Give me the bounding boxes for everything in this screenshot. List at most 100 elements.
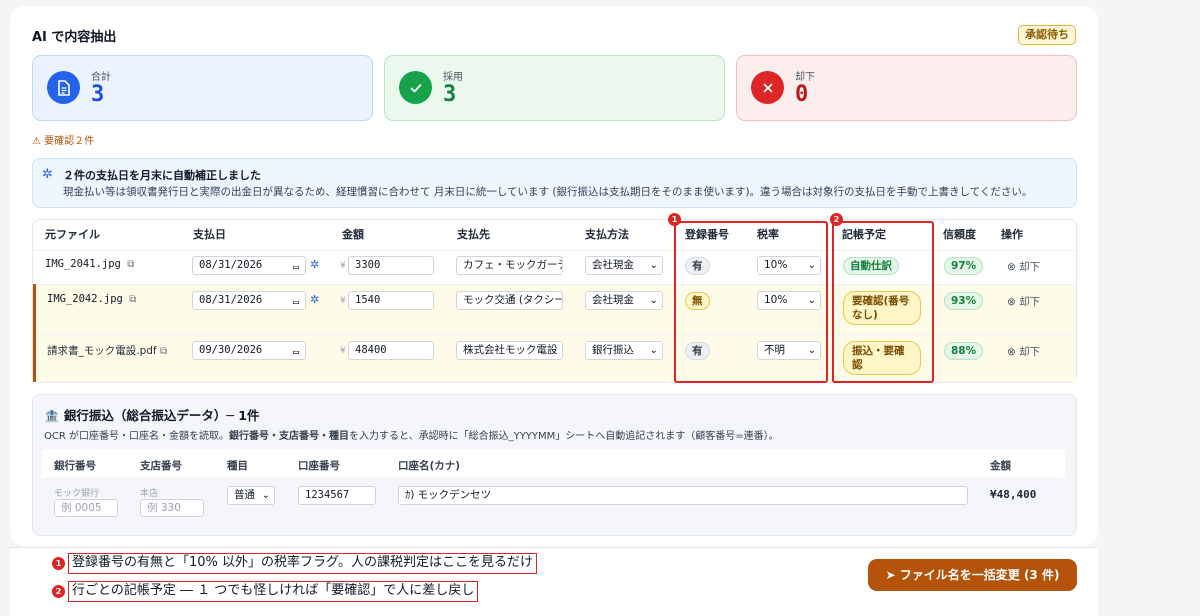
document-icon xyxy=(47,71,80,104)
info-body: 現金払い等は領収書発行日と実際の出金日が異なるため、経理慣習に合わせて 月末日に… xyxy=(63,186,1033,198)
payee-input[interactable]: 株式会社モック電設 xyxy=(456,341,563,360)
date-value: 08/31/2026 xyxy=(199,294,263,306)
bank-title: 🏦 銀行振込（総合振込データ）─ 1件 xyxy=(44,405,260,424)
branch-number-input[interactable]: 例 330 xyxy=(140,499,204,517)
bank-col-amount: 金額 xyxy=(990,460,1011,472)
calendar-icon: ▭ xyxy=(292,297,299,308)
highlight-marker: 2 xyxy=(830,213,843,226)
bank-title-text: 銀行振込（総合振込データ）─ 1件 xyxy=(63,408,260,423)
annotation-note: 行ごとの記帳予定 ― １ つでも怪しければ「要確認」で人に差し戻し xyxy=(68,581,479,602)
reject-button[interactable]: ⊗ 却下 xyxy=(1007,344,1040,359)
highlight-marker: 1 xyxy=(668,213,681,226)
reject-button[interactable]: ⊗ 却下 xyxy=(1007,294,1040,309)
col-header-confidence: 信頼度 xyxy=(943,228,976,241)
stat-value: 0 xyxy=(795,82,809,107)
amount-input[interactable]: 3300 xyxy=(348,256,434,275)
amount-input[interactable]: 1540 xyxy=(348,291,434,310)
account-number-input[interactable]: 1234567 xyxy=(298,486,376,505)
bank-desc-post: を入力すると、承認時に「総合振込_YYYYMM」シートへ自動追記されます（顧客番… xyxy=(348,431,779,442)
bulk-rename-label: ファイル名を一括変更 (3 件) xyxy=(899,568,1060,582)
method-value: 会社現金 xyxy=(592,294,634,306)
chevron-down-icon: ⌄ xyxy=(649,295,658,306)
stat-label: 却下 xyxy=(795,72,815,83)
stat-label: 合計 xyxy=(91,72,111,83)
close-icon xyxy=(751,71,784,104)
date-input[interactable]: 08/31/2026 ▭ xyxy=(192,291,306,310)
annotation-note: 登録番号の有無と「10% 以外」の税率フラグ。人の課税判定はここを見るだけ xyxy=(68,553,537,574)
reject-label: 却下 xyxy=(1019,296,1041,308)
reject-icon: ⊗ xyxy=(1007,261,1020,273)
reject-icon: ⊗ xyxy=(1007,346,1020,358)
warning-text: 要確認２件 xyxy=(44,136,95,147)
external-link-icon: ⧉ xyxy=(129,294,137,305)
stat-value: 3 xyxy=(91,82,105,107)
note-marker: 1 xyxy=(52,557,65,570)
col-header-date: 支払日 xyxy=(193,228,226,241)
currency-symbol: ¥ xyxy=(340,296,346,306)
info-heading: ２件の支払日を月末に自動補正しました xyxy=(63,169,261,182)
reject-button[interactable]: ⊗ 却下 xyxy=(1007,259,1040,274)
info-box: ✲ ２件の支払日を月末に自動補正しました 現金払い等は領収書発行日と実際の出金日… xyxy=(32,158,1077,208)
payee-input[interactable]: カフェ・モックガーデン xyxy=(456,256,563,275)
check-icon xyxy=(399,71,432,104)
currency-symbol: ¥ xyxy=(340,346,346,356)
bank-number-input[interactable]: 例 0005 xyxy=(54,499,118,517)
page-title: AI で内容抽出 xyxy=(32,30,117,45)
col-header-method: 支払方法 xyxy=(585,228,629,241)
file-name: 請求書_モック電設.pdf xyxy=(47,345,157,357)
bank-hint: モック銀行 xyxy=(54,489,100,499)
bank-col-branch-no: 支店番号 xyxy=(140,460,182,472)
bank-table-header xyxy=(42,449,1065,477)
branch-hint: 本店 xyxy=(140,489,159,499)
payee-input[interactable]: モック交通 (タクシー) xyxy=(456,291,563,310)
bank-col-account-name: 口座名(カナ) xyxy=(398,460,461,472)
note-marker: 2 xyxy=(52,585,65,598)
method-value: 銀行振込 xyxy=(592,344,634,356)
account-type-value: 普通 xyxy=(234,489,255,501)
sparkle-icon: ✲ xyxy=(42,167,53,182)
stat-value: 3 xyxy=(443,82,457,107)
auto-fix-icon: ✲ xyxy=(310,258,320,271)
amount-input[interactable]: 48400 xyxy=(348,341,434,360)
bank-icon: 🏦 xyxy=(44,408,64,423)
date-input[interactable]: 08/31/2026 ▭ xyxy=(192,256,306,275)
file-link[interactable]: IMG_2042.jpg ⧉ xyxy=(47,293,136,305)
col-header-file: 元ファイル xyxy=(45,228,100,241)
stat-card-total: 合計 3 xyxy=(32,55,373,121)
confidence-badge: 93% xyxy=(944,292,984,310)
method-value: 会社現金 xyxy=(592,259,634,271)
status-badge: 承認待ち xyxy=(1018,25,1076,45)
date-value: 08/31/2026 xyxy=(199,259,263,271)
attention-bar xyxy=(33,284,36,382)
chevron-down-icon: ⌄ xyxy=(261,490,270,501)
account-name-input[interactable]: ｶ) モックデンセツ xyxy=(398,486,968,505)
chevron-down-icon: ⌄ xyxy=(649,345,658,356)
date-value: 09/30/2026 xyxy=(199,344,263,356)
external-link-icon: ⧉ xyxy=(127,259,135,270)
bank-col-type: 種目 xyxy=(227,460,248,472)
date-input[interactable]: 09/30/2026 ▭ xyxy=(192,341,306,360)
highlight-box-plan xyxy=(832,221,934,383)
bulk-rename-button[interactable]: ➤ ファイル名を一括変更 (3 件) xyxy=(868,559,1077,591)
stat-label: 採用 xyxy=(443,72,463,83)
method-select[interactable]: 銀行振込 ⌄ xyxy=(585,341,663,360)
method-select[interactable]: 会社現金 ⌄ xyxy=(585,291,663,310)
col-header-payee: 支払先 xyxy=(457,228,490,241)
file-link[interactable]: 請求書_モック電設.pdf ⧉ xyxy=(47,343,167,358)
reject-icon: ⊗ xyxy=(1007,296,1020,308)
chevron-down-icon: ⌄ xyxy=(649,260,658,271)
col-header-action: 操作 xyxy=(1001,228,1023,241)
reject-label: 却下 xyxy=(1019,346,1041,358)
bank-desc-bold: 銀行番号・支店番号・種目 xyxy=(228,431,349,442)
bank-col-bank-no: 銀行番号 xyxy=(54,460,96,472)
confidence-badge: 97% xyxy=(944,257,984,275)
account-type-select[interactable]: 普通 ⌄ xyxy=(227,486,275,505)
auto-fix-icon: ✲ xyxy=(310,293,320,306)
highlight-box-reg-tax xyxy=(674,221,828,383)
bank-col-account: 口座番号 xyxy=(298,460,340,472)
file-link[interactable]: IMG_2041.jpg ⧉ xyxy=(45,258,134,270)
file-name: IMG_2041.jpg xyxy=(45,258,121,270)
bank-description: OCR が口座番号・口座名・金額を読取。銀行番号・支店番号・種目を入力すると、承… xyxy=(44,427,779,442)
reject-label: 却下 xyxy=(1019,261,1041,273)
method-select[interactable]: 会社現金 ⌄ xyxy=(585,256,663,275)
